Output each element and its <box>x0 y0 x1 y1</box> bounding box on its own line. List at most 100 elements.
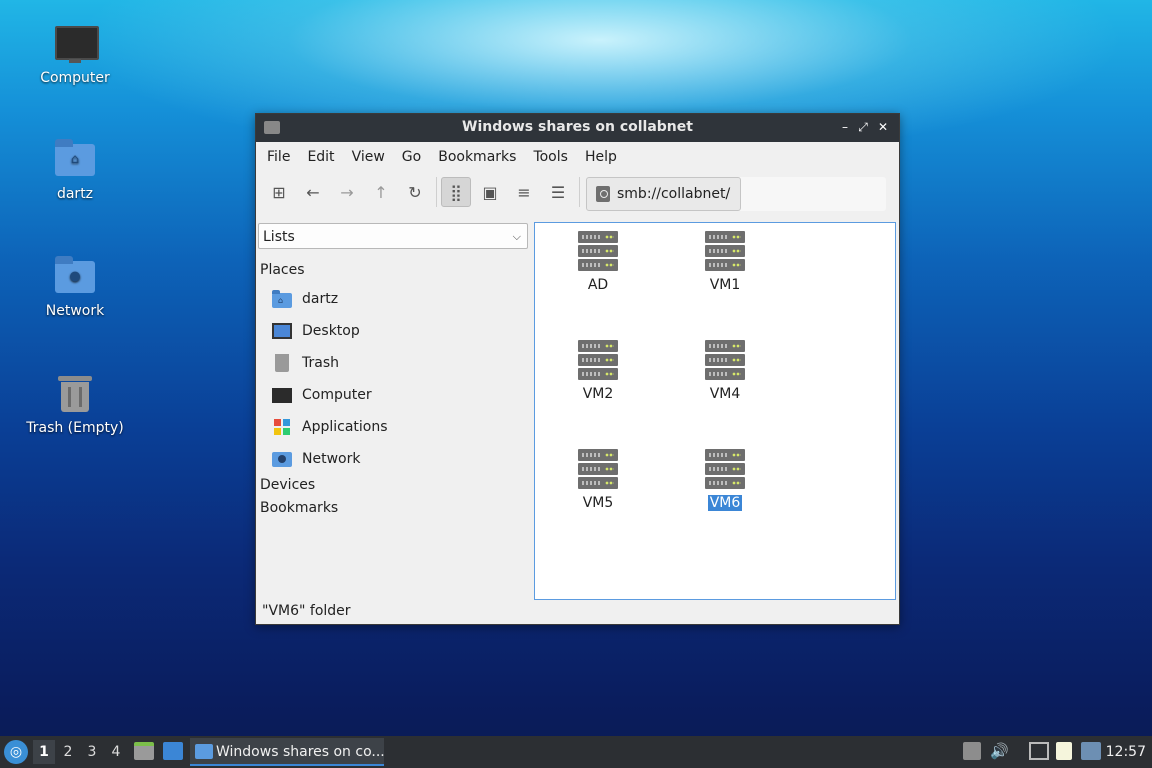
tray-updates-icon[interactable] <box>963 742 981 760</box>
side-pane-mode-select[interactable]: Lists ⌵ <box>258 223 528 249</box>
menu-bar: File Edit View Go Bookmarks Tools Help <box>256 142 899 172</box>
menu-edit[interactable]: Edit <box>300 149 341 165</box>
item-label: VM5 <box>582 495 614 511</box>
file-manager-window: Windows shares on collabnet – ⤢ ✕ File E… <box>255 113 900 625</box>
network-drive-icon <box>596 186 610 202</box>
arrow-left-icon: ← <box>306 182 320 202</box>
arrow-right-icon: → <box>340 182 354 202</box>
toolbar-separator <box>436 177 437 207</box>
network-status-icon[interactable] <box>1029 742 1049 760</box>
start-menu-button[interactable]: ◎ <box>4 740 28 764</box>
icon-view-button[interactable]: ⣿ <box>441 177 471 207</box>
server-item-ad[interactable]: AD <box>558 231 638 293</box>
toolbar-separator <box>579 177 580 207</box>
forward-button[interactable]: → <box>332 177 362 207</box>
item-label: VM2 <box>582 386 614 402</box>
desktop-icon-label: Network <box>45 303 105 319</box>
side-pane-mode-value: Lists <box>263 229 295 245</box>
detail-view-button[interactable]: ☰ <box>543 177 573 207</box>
clock[interactable]: 12:57 <box>1106 736 1146 768</box>
section-devices[interactable]: Devices <box>260 477 315 493</box>
server-item-vm6[interactable]: VM6 <box>685 449 765 511</box>
menu-go[interactable]: Go <box>395 149 428 165</box>
section-places[interactable]: Places <box>260 262 305 278</box>
place-label: Applications <box>302 419 388 435</box>
volume-icon[interactable]: 🔊 <box>990 742 1009 760</box>
place-item-desktop[interactable]: Desktop <box>272 319 360 343</box>
item-label: AD <box>587 277 609 293</box>
place-item-trash[interactable]: Trash <box>272 351 339 375</box>
desktop-icon-label: Computer <box>40 70 110 86</box>
place-item-computer[interactable]: Computer <box>272 383 372 407</box>
server-icon <box>705 449 745 489</box>
place-label: Computer <box>302 387 372 403</box>
workspace-2[interactable]: 2 <box>57 740 79 764</box>
menu-file[interactable]: File <box>260 149 297 165</box>
home-folder-icon: ⌂ <box>53 138 97 182</box>
desktop-icon-network[interactable]: ● Network <box>20 255 130 319</box>
desktop-icon-label: dartz <box>56 186 94 202</box>
menu-help[interactable]: Help <box>578 149 624 165</box>
toolbar: ⊞ ← → ↑ ↻ ⣿ ▣ ≡ ☰ smb://collabnet/ <box>256 172 899 212</box>
show-desktop-icon[interactable] <box>163 742 183 760</box>
menu-bookmarks[interactable]: Bookmarks <box>431 149 523 165</box>
maximize-button[interactable]: ⤢ <box>854 118 872 136</box>
status-bar: "VM6" folder <box>262 603 351 619</box>
section-bookmarks[interactable]: Bookmarks <box>260 500 338 516</box>
folder-icon <box>195 744 213 759</box>
taskbar: ◎ 1 2 3 4 Windows shares on co... 🔊 12:5… <box>0 736 1152 768</box>
detail-list-icon: ☰ <box>550 182 566 202</box>
place-item-network[interactable]: Network <box>272 447 360 471</box>
server-item-vm2[interactable]: VM2 <box>558 340 638 402</box>
compact-view-button[interactable]: ≡ <box>509 177 539 207</box>
server-icon <box>705 231 745 271</box>
trash-icon <box>53 372 97 416</box>
server-item-vm4[interactable]: VM4 <box>685 340 765 402</box>
workspace-1[interactable]: 1 <box>33 740 55 764</box>
image-icon: ▣ <box>482 182 498 202</box>
back-button[interactable]: ← <box>298 177 328 207</box>
workspace-3[interactable]: 3 <box>81 740 103 764</box>
server-icon <box>705 340 745 380</box>
close-button[interactable]: ✕ <box>874 118 892 136</box>
menu-tools[interactable]: Tools <box>526 149 575 165</box>
grid-icon: ⣿ <box>450 182 462 202</box>
place-label: Trash <box>302 355 339 371</box>
item-label: VM4 <box>709 386 741 402</box>
notification-icon[interactable] <box>1081 742 1101 760</box>
place-label: Network <box>302 451 361 467</box>
clipboard-icon[interactable] <box>1056 742 1072 760</box>
computer-icon <box>53 22 99 66</box>
place-item-applications[interactable]: Applications <box>272 415 388 439</box>
desktop-icon-computer[interactable]: Computer <box>20 22 130 86</box>
desktop-icon-trash[interactable]: Trash (Empty) <box>20 372 130 436</box>
workspace-4[interactable]: 4 <box>105 740 127 764</box>
server-icon <box>578 449 618 489</box>
new-window-button[interactable]: ⊞ <box>264 177 294 207</box>
place-label: dartz <box>302 291 339 307</box>
server-item-vm1[interactable]: VM1 <box>685 231 765 293</box>
trash-icon <box>275 354 289 372</box>
arrow-up-icon: ↑ <box>374 182 388 202</box>
folder-view[interactable]: AD VM1 VM2 VM4 VM5 VM6 <box>534 222 896 600</box>
window-titlebar[interactable]: Windows shares on collabnet – ⤢ ✕ <box>256 114 899 142</box>
up-button[interactable]: ↑ <box>366 177 396 207</box>
task-label: Windows shares on co... <box>216 744 384 760</box>
item-label: VM6 <box>707 495 743 511</box>
place-item-dartz[interactable]: ⌂ dartz <box>272 287 338 311</box>
list-icon: ≡ <box>517 182 531 202</box>
path-button-collabnet[interactable]: smb://collabnet/ <box>586 177 742 211</box>
desktop-icon-dartz[interactable]: ⌂ dartz <box>20 138 130 202</box>
menu-view[interactable]: View <box>345 149 392 165</box>
minimize-button[interactable]: – <box>836 118 854 136</box>
reload-button[interactable]: ↻ <box>400 177 430 207</box>
server-item-vm5[interactable]: VM5 <box>558 449 638 511</box>
thumbnail-view-button[interactable]: ▣ <box>475 177 505 207</box>
new-window-icon: ⊞ <box>272 182 286 202</box>
task-button-file-manager[interactable]: Windows shares on co... <box>190 738 384 766</box>
path-bar: smb://collabnet/ <box>586 177 886 211</box>
home-folder-icon: ⌂ <box>272 289 292 308</box>
file-cabinet-launcher-icon[interactable] <box>134 742 154 760</box>
path-label: smb://collabnet/ <box>617 186 731 202</box>
app-menu-icon: ◎ <box>9 744 23 760</box>
